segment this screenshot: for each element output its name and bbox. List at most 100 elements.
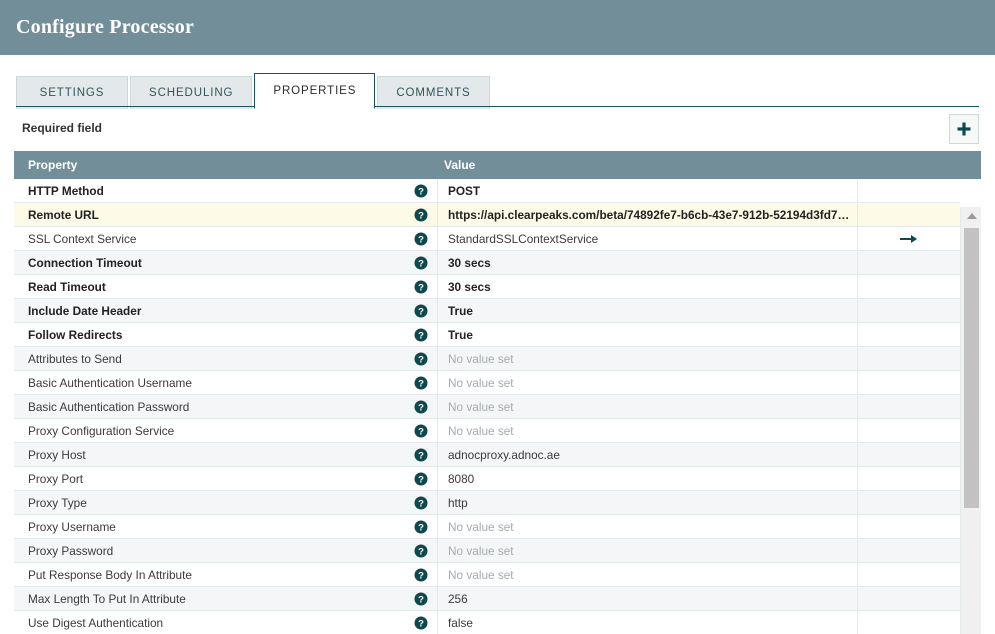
help-circle-icon[interactable]: ?	[414, 544, 428, 558]
tab-underline	[16, 106, 979, 107]
tab-bar: SETTINGS SCHEDULING PROPERTIES COMMENTS	[0, 55, 995, 109]
help-circle-icon[interactable]: ?	[414, 184, 428, 198]
table-row[interactable]: Proxy Type? http	[14, 491, 960, 515]
action-cell	[858, 539, 960, 562]
help-circle-icon[interactable]: ?	[414, 472, 428, 486]
help-circle-icon[interactable]: ?	[414, 376, 428, 390]
action-cell[interactable]	[858, 227, 960, 250]
value-cell[interactable]: false	[438, 611, 858, 634]
action-cell	[858, 371, 960, 394]
properties-table: Property Value HTTP Method? POST Remote UR…	[14, 151, 981, 634]
table-row[interactable]: Proxy Host? adnocproxy.adnoc.ae	[14, 443, 960, 467]
help-circle-icon[interactable]: ?	[414, 520, 428, 534]
property-label: Proxy Configuration Service	[28, 423, 175, 438]
tab-settings[interactable]: SETTINGS	[16, 76, 128, 109]
value-cell[interactable]: No value set	[438, 563, 858, 586]
help-circle-icon[interactable]: ?	[414, 304, 428, 318]
property-cell: Basic Authentication Password?	[14, 395, 438, 418]
value-cell[interactable]: No value set	[438, 515, 858, 538]
triangle-up-icon	[966, 212, 977, 219]
property-label: Follow Redirects	[28, 327, 123, 342]
value-cell[interactable]: No value set	[438, 347, 858, 370]
table-row[interactable]: Read Timeout? 30 secs	[14, 275, 960, 299]
table-row[interactable]: Remote URL? https://api.clearpeaks.com/be…	[14, 203, 960, 227]
svg-text:?: ?	[418, 426, 424, 437]
property-cell: Attributes to Send?	[14, 347, 438, 370]
table-row[interactable]: SSL Context Service? StandardSSLContextSe…	[14, 227, 960, 251]
arrow-right-icon[interactable]	[899, 233, 919, 245]
svg-text:?: ?	[418, 186, 424, 197]
svg-text:?: ?	[418, 282, 424, 293]
table-row[interactable]: Include Date Header? True	[14, 299, 960, 323]
value-cell[interactable]: https://api.clearpeaks.com/beta/74892fe7…	[438, 203, 858, 226]
tab-properties[interactable]: PROPERTIES	[254, 73, 376, 109]
table-row[interactable]: Proxy Configuration Service? No value set	[14, 419, 960, 443]
table-row[interactable]: Proxy Username? No value set	[14, 515, 960, 539]
action-cell	[858, 491, 960, 514]
property-label: Include Date Header	[28, 303, 142, 318]
table-row[interactable]: Use Digest Authentication? false	[14, 611, 960, 634]
table-row[interactable]: Basic Authentication Password? No value s…	[14, 395, 960, 419]
help-circle-icon[interactable]: ?	[414, 568, 428, 582]
value-cell[interactable]: POST	[438, 179, 858, 202]
scrollbar-thumb[interactable]	[964, 228, 979, 508]
svg-text:?: ?	[418, 306, 424, 317]
help-circle-icon[interactable]: ?	[414, 280, 428, 294]
help-circle-icon[interactable]: ?	[414, 496, 428, 510]
help-circle-icon[interactable]: ?	[414, 328, 428, 342]
page-title: Configure Processor	[16, 16, 195, 38]
table-row[interactable]: Attributes to Send? No value set	[14, 347, 960, 371]
plus-icon	[956, 121, 972, 137]
tab-comments[interactable]: COMMENTS	[377, 76, 490, 109]
table-vertical-scrollbar[interactable]	[960, 207, 981, 634]
value-cell[interactable]: StandardSSLContextService	[438, 227, 858, 250]
action-cell	[858, 419, 960, 442]
value-cell[interactable]: http	[438, 491, 858, 514]
value-cell[interactable]: No value set	[438, 371, 858, 394]
value-cell[interactable]: 8080	[438, 467, 858, 490]
property-label: Attributes to Send	[28, 351, 122, 366]
help-circle-icon[interactable]: ?	[414, 592, 428, 606]
action-cell	[858, 299, 960, 322]
action-cell	[858, 251, 960, 274]
table-row[interactable]: Put Response Body In Attribute? No value …	[14, 563, 960, 587]
help-circle-icon[interactable]: ?	[414, 448, 428, 462]
property-label: Proxy Port	[28, 471, 84, 486]
help-circle-icon[interactable]: ?	[414, 232, 428, 246]
value-cell[interactable]: 30 secs	[438, 251, 858, 274]
action-cell	[858, 611, 960, 634]
help-circle-icon[interactable]: ?	[414, 424, 428, 438]
value-cell[interactable]: True	[438, 299, 858, 322]
tab-scheduling[interactable]: SCHEDULING	[130, 76, 253, 109]
help-circle-icon[interactable]: ?	[414, 256, 428, 270]
table-toolbar: Required field	[0, 110, 995, 152]
value-cell[interactable]: No value set	[438, 419, 858, 442]
help-circle-icon[interactable]: ?	[414, 616, 428, 630]
property-cell: Include Date Header?	[14, 299, 438, 322]
table-row[interactable]: Connection Timeout? 30 secs	[14, 251, 960, 275]
table-body: HTTP Method? POST Remote URL? https://api.c…	[14, 179, 981, 634]
table-row[interactable]: Proxy Password? No value set	[14, 539, 960, 563]
action-cell	[858, 587, 960, 610]
table-row[interactable]: Proxy Port? 8080	[14, 467, 960, 491]
property-cell: Proxy Port?	[14, 467, 438, 490]
table-row[interactable]: Follow Redirects? True	[14, 323, 960, 347]
table-row[interactable]: HTTP Method? POST	[14, 179, 960, 203]
table-row[interactable]: Max Length To Put In Attribute? 256	[14, 587, 960, 611]
table-row[interactable]: Basic Authentication Username? No value s…	[14, 371, 960, 395]
help-circle-icon[interactable]: ?	[414, 208, 428, 222]
required-field-label: Required field	[22, 121, 103, 135]
add-property-button[interactable]	[949, 114, 979, 144]
svg-text:?: ?	[418, 354, 424, 365]
help-circle-icon[interactable]: ?	[414, 400, 428, 414]
svg-text:?: ?	[418, 546, 424, 557]
value-cell[interactable]: adnocproxy.adnoc.ae	[438, 443, 858, 466]
value-cell[interactable]: No value set	[438, 539, 858, 562]
property-label: Use Digest Authentication	[28, 615, 164, 630]
value-cell[interactable]: True	[438, 323, 858, 346]
value-cell[interactable]: 256	[438, 587, 858, 610]
value-cell[interactable]: No value set	[438, 395, 858, 418]
value-cell[interactable]: 30 secs	[438, 275, 858, 298]
help-circle-icon[interactable]: ?	[414, 352, 428, 366]
scroll-up-button[interactable]	[961, 207, 981, 224]
